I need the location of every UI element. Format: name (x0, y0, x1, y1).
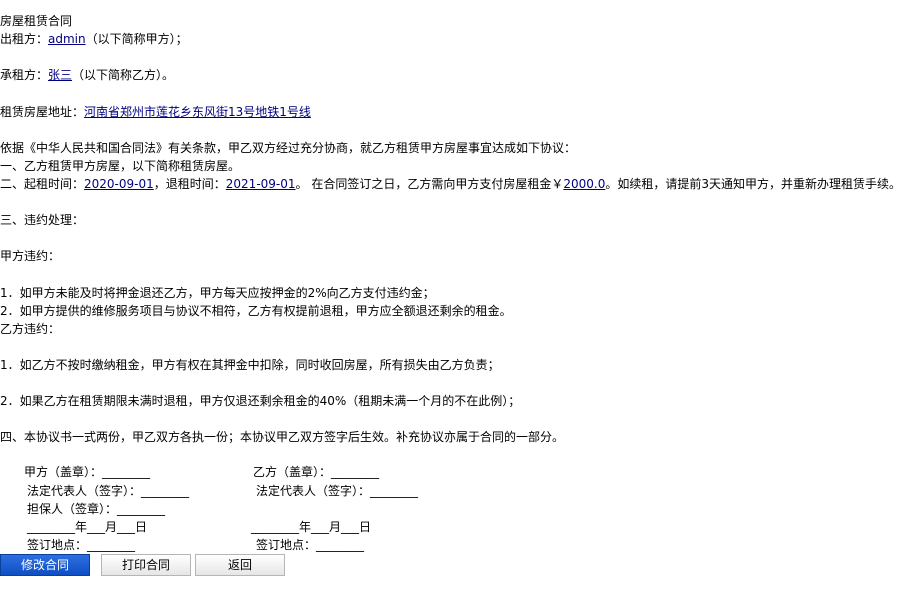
lessor-label: 出租方： (0, 32, 49, 46)
start-date: 2020-09-01 (84, 177, 154, 191)
lessee-name: 张三 (48, 68, 73, 82)
party-b-breach-title: 乙方违约： (0, 322, 61, 336)
back-button[interactable]: 返回 (195, 554, 285, 576)
party-b-representative: 法定代表人（签字）：________ (256, 484, 419, 498)
party-b-date: ________年___月___日 (251, 520, 372, 534)
edit-contract-button[interactable]: 修改合同 (0, 554, 90, 576)
lessee-suffix: （以下简称乙方）。 (72, 68, 175, 82)
lessor-suffix: （以下简称甲方）； (85, 32, 188, 46)
clause-2-mid: ，退租时间： (153, 177, 226, 191)
rent-amount: 2000.0 (563, 177, 606, 191)
lessee-line: 承租方：张三（以下简称乙方）。 (0, 66, 174, 84)
end-date: 2021-09-01 (225, 177, 296, 191)
party-a-date: ________年___月___日 (27, 520, 148, 534)
clause-3: 三、违约处理： (0, 213, 85, 227)
clause-4: 四、本协议书一式两份，甲乙双方各执一份；本协议甲乙双方签字后生效。补充协议亦属于… (0, 430, 565, 444)
clause-2: 二、起租时间：2020-09-01，退租时间：2021-09-01。 在合同签订… (0, 175, 899, 193)
address-label: 租赁房屋地址： (0, 105, 85, 119)
clause-2-label: 二、起租时间： (0, 177, 85, 191)
contract-title: 房屋租赁合同 (0, 14, 73, 28)
party-b-place: 签订地点：________ (256, 538, 365, 552)
party-a-seal: 甲方（盖章）：________ (24, 465, 151, 479)
party-b-breach-1: 1．如乙方不按时缴纳租金，甲方有权在其押金中扣除，同时收回房屋，所有损失由乙方负… (0, 358, 500, 372)
clause-2-suffix: 。如续租，请提前3天通知甲方，并重新办理租赁手续。 (605, 177, 899, 191)
party-a-place: 签订地点：________ (27, 538, 136, 552)
agreement-intro: 依据《中华人民共和国合同法》有关条款，甲乙双方经过充分协商，就乙方租赁甲方房屋事… (0, 141, 577, 155)
lessor-line: 出租方：admin（以下简称甲方）； (0, 30, 188, 48)
party-a-breach-title: 甲方违约： (0, 249, 61, 263)
lessor-name: admin (48, 32, 86, 46)
address-line: 租赁房屋地址：河南省郑州市莲花乡东风街13号地铁1号线 (0, 103, 311, 121)
print-contract-button[interactable]: 打印合同 (101, 554, 191, 576)
party-b-breach-2: 2．如果乙方在租赁期限未满时退租，甲方仅退还剩余租金的40%（租期未满一个月的不… (0, 394, 521, 408)
party-a-representative: 法定代表人（签字）：________ (27, 484, 190, 498)
lessee-label: 承租方： (0, 68, 49, 82)
party-a-breach-2: 2．如甲方提供的维修服务项目与协议不相符，乙方有权提前退租，甲方应全额退还剩余的… (0, 304, 512, 318)
clause-1: 一、乙方租赁甲方房屋，以下简称租赁房屋。 (0, 159, 241, 173)
address-value: 河南省郑州市莲花乡东风街13号地铁1号线 (84, 105, 311, 119)
party-b-seal: 乙方（盖章）：________ (253, 465, 380, 479)
clause-2-rent-text: 。 在合同签订之日，乙方需向甲方支付房屋租金￥ (295, 177, 564, 191)
party-a-breach-1: 1．如甲方未能及时将押金退还乙方，甲方每天应按押金的2%向乙方支付违约金； (0, 286, 435, 300)
party-a-guarantor: 担保人（签章）：________ (27, 502, 166, 516)
